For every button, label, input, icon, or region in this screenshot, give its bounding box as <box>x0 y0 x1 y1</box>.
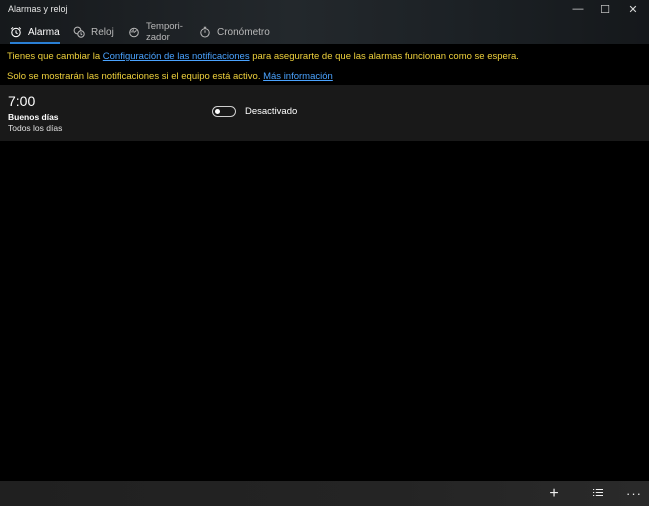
tab-alarm-label: Alarma <box>28 26 60 38</box>
notification-settings-link[interactable]: Configuración de las notificaciones <box>103 51 250 62</box>
toggle-knob <box>215 109 220 114</box>
minimize-button[interactable]: — <box>564 0 592 18</box>
device-active-notice: Solo se mostrarán las notificaciones si … <box>7 71 333 82</box>
tab-clock-label: Reloj <box>91 26 114 38</box>
tab-alarm[interactable]: Alarma <box>10 20 60 44</box>
alarm-status-label: Desactivado <box>245 106 298 117</box>
timer-icon <box>128 26 140 38</box>
select-alarms-button[interactable] <box>585 481 611 506</box>
alarm-item[interactable]: 7:00 Buenos días Todos los días Desactiv… <box>0 85 649 141</box>
close-button[interactable]: ✕ <box>619 0 647 18</box>
select-list-icon <box>592 485 604 503</box>
maximize-button[interactable]: ☐ <box>591 0 619 18</box>
tab-timer-label: Tempori- zador <box>146 21 183 43</box>
add-icon: + <box>549 484 559 502</box>
more-info-link[interactable]: Más información <box>263 71 333 82</box>
title-bar: Alarmas y reloj — ☐ ✕ Alarma Reloj Tempo… <box>0 0 649 44</box>
alarm-toggle[interactable] <box>212 106 236 117</box>
more-icon: ··· <box>626 486 642 501</box>
alarm-repeat: Todos los días <box>8 123 63 133</box>
tab-timer[interactable]: Tempori- zador <box>128 20 183 44</box>
command-bar: + ··· <box>0 481 649 506</box>
window-title: Alarmas y reloj <box>8 4 68 14</box>
world-clock-icon <box>73 26 85 38</box>
alarm-clock-icon <box>10 26 22 38</box>
app-window: Alarmas y reloj — ☐ ✕ Alarma Reloj Tempo… <box>0 0 649 506</box>
stopwatch-icon <box>199 26 211 38</box>
more-options-button[interactable]: ··· <box>621 481 647 506</box>
active-tab-indicator <box>10 42 60 44</box>
tab-stopwatch[interactable]: Cronómetro <box>199 20 270 44</box>
tab-bar: Alarma Reloj Tempori- zador Cronómetro <box>0 20 649 44</box>
alarm-time: 7:00 <box>8 93 36 109</box>
add-alarm-button[interactable]: + <box>541 481 567 506</box>
tab-stopwatch-label: Cronómetro <box>217 26 270 38</box>
tab-clock[interactable]: Reloj <box>73 20 114 44</box>
alarm-name: Buenos días <box>8 112 59 122</box>
notification-settings-notice: Tienes que cambiar la Configuración de l… <box>7 51 519 62</box>
